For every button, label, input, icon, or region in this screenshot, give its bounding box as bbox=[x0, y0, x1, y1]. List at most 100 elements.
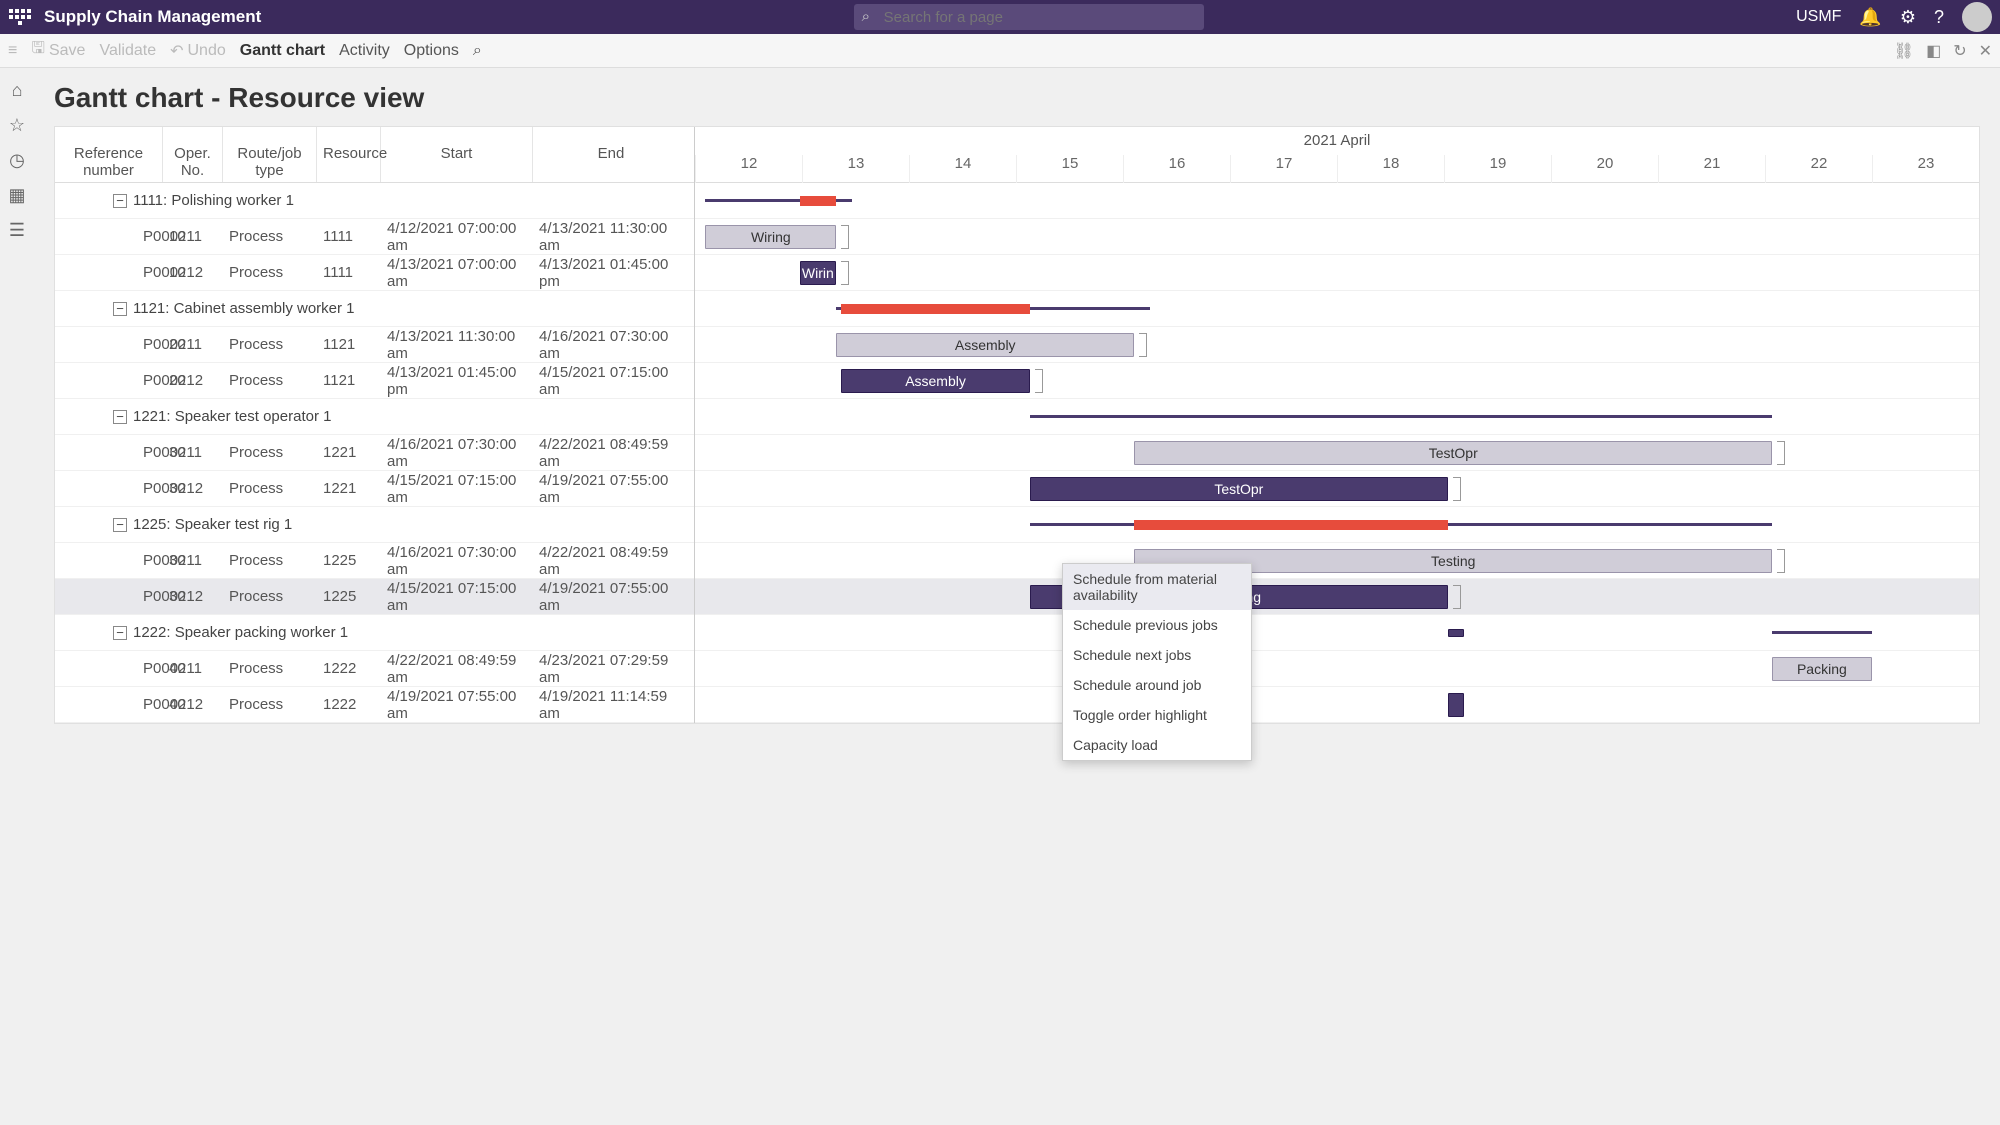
tab-activity[interactable]: Activity bbox=[339, 42, 390, 60]
table-row[interactable]: P00021140Process12224/22/2021 08:49:59 a… bbox=[55, 651, 694, 687]
gantt-bar[interactable]: Packing bbox=[1772, 657, 1871, 681]
menu-capacity-load[interactable]: Capacity load bbox=[1063, 730, 1251, 760]
cell-route: Process bbox=[223, 336, 317, 353]
menu-toggle-highlight[interactable]: Toggle order highlight bbox=[1063, 700, 1251, 730]
table-row[interactable]: P00021210Process11114/13/2021 07:00:00 a… bbox=[55, 255, 694, 291]
overload-segment bbox=[1134, 520, 1448, 530]
gantt-bar[interactable]: TestOpr bbox=[1134, 441, 1772, 465]
table-row[interactable]: P00021130Process12254/16/2021 07:30:00 a… bbox=[55, 543, 694, 579]
cell-route: Process bbox=[223, 264, 317, 281]
company-label[interactable]: USMF bbox=[1796, 8, 1841, 26]
link-icon[interactable]: ⛓ bbox=[1894, 41, 1914, 61]
timeline-day: 19 bbox=[1444, 155, 1551, 183]
menu-schedule-around[interactable]: Schedule around job bbox=[1063, 670, 1251, 700]
cell-start: 4/12/2021 07:00:00 am bbox=[381, 220, 533, 254]
cell-route: Process bbox=[223, 228, 317, 245]
col-header-route[interactable]: Route/job type bbox=[223, 127, 317, 182]
menu-schedule-previous[interactable]: Schedule previous jobs bbox=[1063, 610, 1251, 640]
cell-start: 4/15/2021 07:15:00 am bbox=[381, 472, 533, 506]
link-bracket bbox=[1453, 477, 1461, 501]
table-row[interactable]: P00021110Process11114/12/2021 07:00:00 a… bbox=[55, 219, 694, 255]
cell-end: 4/23/2021 07:29:59 am bbox=[533, 652, 689, 686]
toolbar-right: ⛓ ◧ ↻ ✕ bbox=[1894, 41, 1992, 61]
toolbar: ≡ 🖫 Save Validate ↶ Undo Gantt chart Act… bbox=[0, 34, 2000, 68]
undo-button[interactable]: ↶ Undo bbox=[170, 41, 226, 61]
cell-op: 30 bbox=[163, 552, 223, 569]
gear-icon[interactable]: ⚙ bbox=[1900, 7, 1916, 28]
close-icon[interactable]: ✕ bbox=[1979, 41, 1992, 61]
collapse-icon[interactable]: − bbox=[113, 626, 127, 640]
avatar[interactable] bbox=[1962, 2, 1992, 32]
app-title: Supply Chain Management bbox=[44, 7, 261, 27]
gantt-bar[interactable]: Assembly bbox=[841, 369, 1029, 393]
search-icon: ⌕ bbox=[862, 8, 870, 25]
capacity-line bbox=[1030, 415, 1773, 418]
star-icon[interactable]: ☆ bbox=[9, 115, 25, 136]
gantt-bar[interactable] bbox=[1448, 693, 1464, 717]
apps-icon[interactable] bbox=[8, 5, 32, 29]
group-row[interactable]: −1221: Speaker test operator 1 bbox=[55, 399, 694, 435]
cell-start: 4/22/2021 08:49:59 am bbox=[381, 652, 533, 686]
modules-icon[interactable]: ☰ bbox=[9, 220, 25, 241]
table-row[interactable]: P00021120Process11214/13/2021 11:30:00 a… bbox=[55, 327, 694, 363]
menu-schedule-next[interactable]: Schedule next jobs bbox=[1063, 640, 1251, 670]
gantt-bar[interactable]: Wiring bbox=[705, 225, 836, 249]
table-row[interactable]: P00021230Process12254/15/2021 07:15:00 a… bbox=[55, 579, 694, 615]
timeline-row[interactable]: Assembly bbox=[695, 327, 1979, 363]
group-row[interactable]: −1111: Polishing worker 1 bbox=[55, 183, 694, 219]
collapse-icon[interactable]: − bbox=[113, 410, 127, 424]
recent-icon[interactable]: ◷ bbox=[9, 150, 25, 171]
timeline-day: 14 bbox=[909, 155, 1016, 183]
refresh-icon[interactable]: ↻ bbox=[1953, 41, 1966, 61]
col-header-ref[interactable]: Reference number bbox=[55, 127, 163, 182]
group-row[interactable]: −1222: Speaker packing worker 1 bbox=[55, 615, 694, 651]
timeline-row[interactable]: Wirin bbox=[695, 255, 1979, 291]
hamburger-icon[interactable]: ≡ bbox=[8, 42, 17, 60]
save-button[interactable]: 🖫 Save bbox=[31, 37, 85, 64]
timeline-row[interactable]: TestOpr bbox=[695, 471, 1979, 507]
collapse-icon[interactable]: − bbox=[113, 518, 127, 532]
validate-button[interactable]: Validate bbox=[99, 42, 156, 60]
home-icon[interactable]: ⌂ bbox=[12, 80, 23, 101]
cell-ref: P000211 bbox=[55, 228, 163, 245]
collapse-icon[interactable]: − bbox=[113, 194, 127, 208]
gantt-bar[interactable]: TestOpr bbox=[1030, 477, 1448, 501]
timeline-row[interactable]: Packing bbox=[695, 651, 1979, 687]
group-row[interactable]: −1225: Speaker test rig 1 bbox=[55, 507, 694, 543]
cell-route: Process bbox=[223, 588, 317, 605]
tab-gantt-chart[interactable]: Gantt chart bbox=[240, 42, 325, 60]
bell-icon[interactable]: 🔔 bbox=[1859, 7, 1881, 28]
group-label: 1225: Speaker test rig 1 bbox=[133, 516, 292, 533]
workspace-icon[interactable]: ▦ bbox=[8, 185, 25, 206]
table-row[interactable]: P00021220Process11214/13/2021 01:45:00 p… bbox=[55, 363, 694, 399]
col-header-resource[interactable]: Resource bbox=[317, 127, 381, 182]
timeline-row[interactable]: TestOpr bbox=[695, 435, 1979, 471]
timeline-row[interactable]: Wiring bbox=[695, 219, 1979, 255]
timeline-row[interactable]: Testing bbox=[695, 579, 1979, 615]
search-input[interactable] bbox=[854, 4, 1204, 30]
col-header-start[interactable]: Start bbox=[381, 127, 533, 182]
gantt-bar[interactable]: Assembly bbox=[836, 333, 1134, 357]
timeline-panel: 2021 April 121314151617181920212223 Wiri… bbox=[695, 127, 1979, 723]
cell-op: 40 bbox=[163, 660, 223, 677]
tab-options[interactable]: Options bbox=[404, 42, 459, 60]
help-icon[interactable]: ? bbox=[1934, 7, 1944, 28]
cell-res: 1225 bbox=[317, 588, 381, 605]
timeline-day: 20 bbox=[1551, 155, 1658, 183]
table-row[interactable]: P00021240Process12224/19/2021 07:55:00 a… bbox=[55, 687, 694, 723]
collapse-icon[interactable]: − bbox=[113, 302, 127, 316]
timeline-row[interactable]: Assembly bbox=[695, 363, 1979, 399]
col-header-end[interactable]: End bbox=[533, 127, 689, 182]
table-row[interactable]: P00021230Process12214/15/2021 07:15:00 a… bbox=[55, 471, 694, 507]
dock-icon[interactable]: ◧ bbox=[1926, 41, 1941, 61]
timeline-body[interactable]: Wiring Wirin Assembly Assembly TestOpr TestOp… bbox=[695, 183, 1979, 723]
group-label: 1111: Polishing worker 1 bbox=[133, 192, 294, 209]
timeline-row[interactable]: Testing bbox=[695, 543, 1979, 579]
menu-schedule-material[interactable]: Schedule from material availability bbox=[1063, 564, 1251, 610]
gantt-bar[interactable]: Wirin bbox=[800, 261, 837, 285]
col-header-op[interactable]: Oper. No. bbox=[163, 127, 223, 182]
timeline-row[interactable] bbox=[695, 687, 1979, 723]
toolbar-search-icon[interactable]: ⌕ bbox=[473, 42, 482, 60]
group-row[interactable]: −1121: Cabinet assembly worker 1 bbox=[55, 291, 694, 327]
table-row[interactable]: P00021130Process12214/16/2021 07:30:00 a… bbox=[55, 435, 694, 471]
